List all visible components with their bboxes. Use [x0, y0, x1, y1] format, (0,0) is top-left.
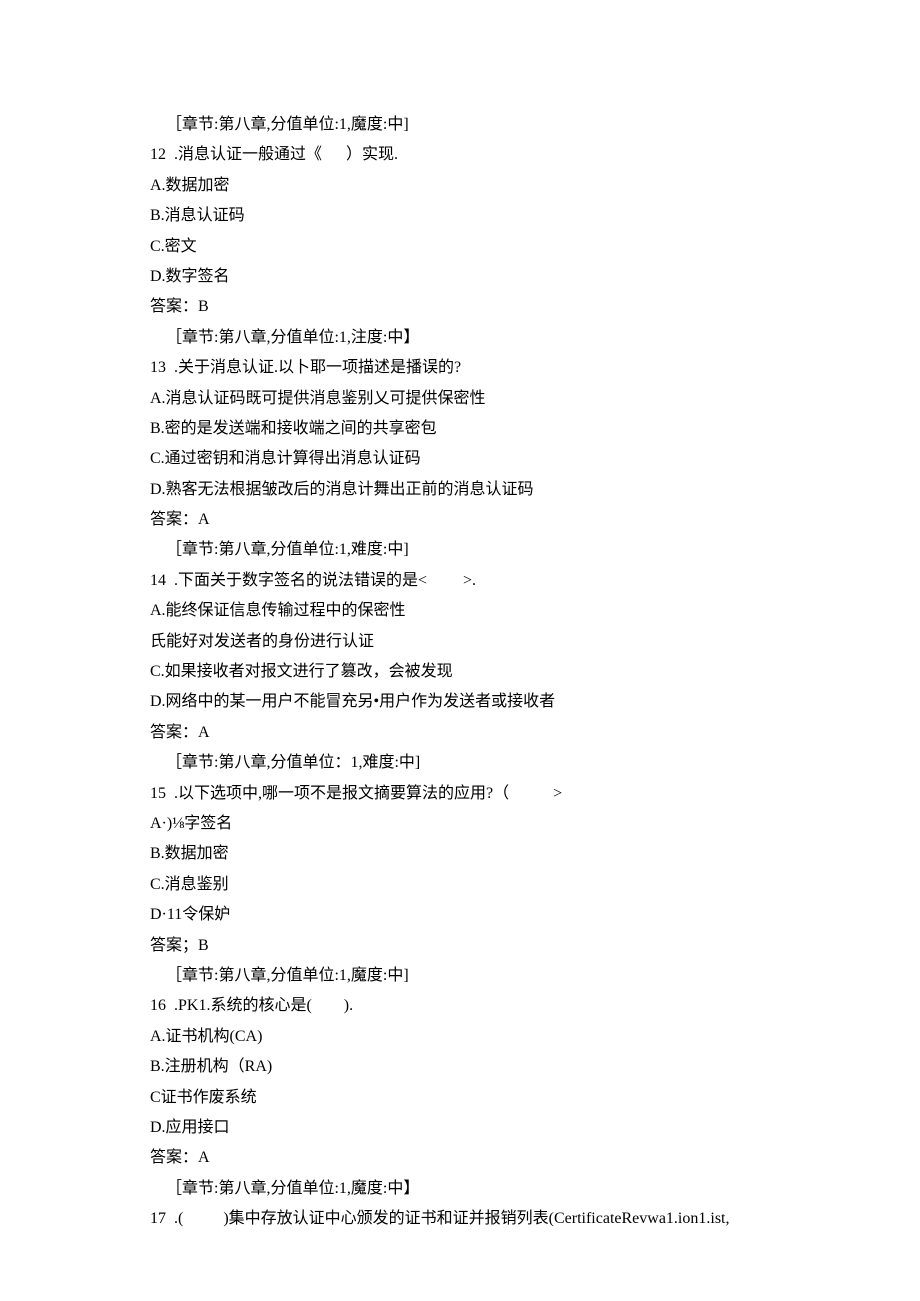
text-line: 答案；B — [150, 931, 790, 961]
text-line: C.消息鉴别 — [150, 870, 790, 900]
text-line: 13 .关于消息认证.以卜耶一项描述是播误的? — [150, 353, 790, 383]
text-line: ［章节:第八章,分值单位:1,魔度:中] — [150, 110, 790, 140]
text-line: ［章节:第八章,分值单位:1,魔度:中】 — [150, 1174, 790, 1204]
text-line: 15 .以下选项中,哪一项不是报文摘要算法的应用?（ > — [150, 779, 790, 809]
text-line: 答案：B — [150, 292, 790, 322]
text-line: 14 .下面关于数字签名的说法错误的是< >. — [150, 566, 790, 596]
text-line: C.通过密钥和消息计算得出消息认证码 — [150, 444, 790, 474]
text-line: ［章节:第八章,分值单位：1,难度:中] — [150, 748, 790, 778]
text-line: C证书作废系统 — [150, 1083, 790, 1113]
text-line: A·)⅛字签名 — [150, 809, 790, 839]
text-line: D.网络中的某一用户不能冒充另•用户作为发送者或接收者 — [150, 687, 790, 717]
text-line: A.证书机构(CA) — [150, 1022, 790, 1052]
text-line: A.消息认证码既可提供消息鉴别乂可提供保密性 — [150, 384, 790, 414]
text-line: C.密文 — [150, 232, 790, 262]
text-line: B.数据加密 — [150, 839, 790, 869]
document-content: ［章节:第八章,分值单位:1,魔度:中]12 .消息认证一般通过《 ）实现.A.… — [150, 110, 790, 1234]
text-line: ［章节:第八章,分值单位:1,难度:中] — [150, 535, 790, 565]
text-line: 12 .消息认证一般通过《 ）实现. — [150, 140, 790, 170]
text-line: ［章节:第八章,分值单位:1,注度:中】 — [150, 323, 790, 353]
text-line: 氏能好对发送者的身份进行认证 — [150, 627, 790, 657]
text-line: B.消息认证码 — [150, 201, 790, 231]
text-line: D.应用接口 — [150, 1113, 790, 1143]
text-line: D.数字签名 — [150, 262, 790, 292]
text-line: C.如果接收者对报文进行了篡改，会被发现 — [150, 657, 790, 687]
text-line: 答案：A — [150, 718, 790, 748]
text-line: A.数据加密 — [150, 171, 790, 201]
text-line: D.熟客无法根据皱改后的消息计舞出正前的消息认证码 — [150, 475, 790, 505]
text-line: ［章节:第八章,分值单位:1,魔度:中] — [150, 961, 790, 991]
text-line: D·11令保妒 — [150, 900, 790, 930]
text-line: 16 .PK1.系统的核心是( ). — [150, 991, 790, 1021]
text-line: 答案：A — [150, 505, 790, 535]
text-line: B.密的是发送端和接收端之间的共享密包 — [150, 414, 790, 444]
text-line: B.注册机构（RA) — [150, 1052, 790, 1082]
text-line: A.能终保证信息传输过程中的保密性 — [150, 596, 790, 626]
document-page: ［章节:第八章,分值单位:1,魔度:中]12 .消息认证一般通过《 ）实现.A.… — [0, 0, 920, 1301]
text-line: 答案：A — [150, 1143, 790, 1173]
text-line: 17 .( )集中存放认证中心颁发的证书和证并报销列表(CertificateR… — [150, 1204, 790, 1234]
